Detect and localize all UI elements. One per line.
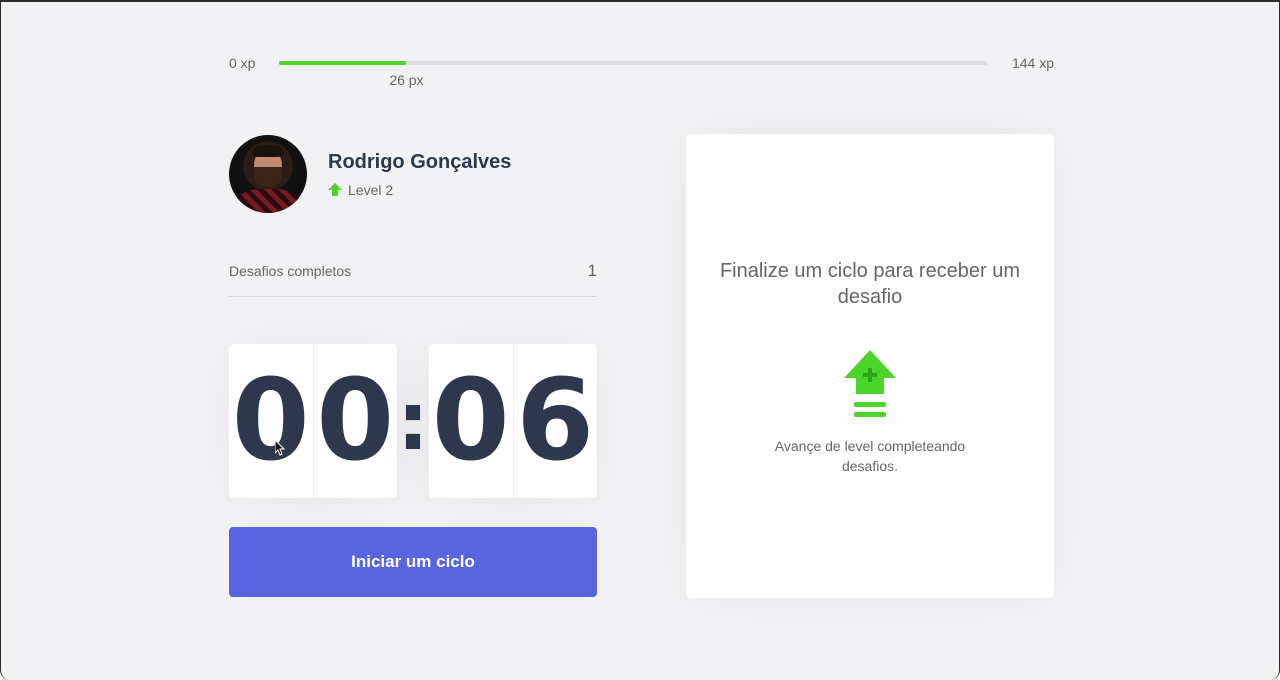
xp-fill — [279, 61, 407, 65]
profile-info: Rodrigo Gonçalves Level 2 — [328, 151, 511, 198]
profile-name: Rodrigo Gonçalves — [328, 150, 512, 173]
level-up-arrow-icon — [328, 182, 342, 196]
countdown-separator: : — [397, 374, 429, 468]
challenge-box-description: Avançe de level completeando desafios. — [774, 438, 966, 474]
mouse-cursor-icon — [275, 440, 285, 456]
minute-right-digit: 0 — [316, 356, 395, 486]
countdown: 0 0 : 0 6 — [229, 344, 597, 498]
app-window: 0 xp 26 px 144 xp Rodrigo Gonçalves Leve… — [0, 0, 1280, 680]
second-left-digit: 0 — [429, 344, 514, 498]
second-right-digit: 6 — [516, 356, 595, 486]
completed-challenges-label: Desafios completos — [229, 263, 352, 279]
challenge-box: Finalize um ciclo para receber um desafi… — [686, 134, 1054, 598]
experience-bar: 0 xp 26 px 144 xp — [229, 52, 1054, 92]
profile: Rodrigo Gonçalves Level 2 — [229, 134, 597, 214]
completed-challenges: Desafios completos 1 — [229, 260, 597, 297]
challenge-box-title: Finalize um ciclo para receber um desafi… — [719, 260, 1021, 308]
countdown-minutes: 0 0 — [229, 344, 397, 498]
start-cycle-button[interactable]: Iniciar um ciclo — [229, 527, 597, 597]
minute-left-digit: 0 — [229, 344, 314, 498]
profile-level-label: Level 2 — [348, 181, 394, 198]
avatar — [229, 135, 307, 213]
xp-min-label: 0 xp — [229, 55, 256, 71]
profile-level: Level 2 — [328, 182, 511, 198]
countdown-seconds: 0 6 — [429, 344, 597, 498]
xp-current-label: 26 px — [389, 72, 424, 88]
xp-max-label: 144 xp — [1011, 55, 1054, 71]
level-up-icon — [844, 350, 896, 417]
xp-track — [279, 61, 987, 65]
completed-challenges-count: 1 — [587, 261, 597, 280]
